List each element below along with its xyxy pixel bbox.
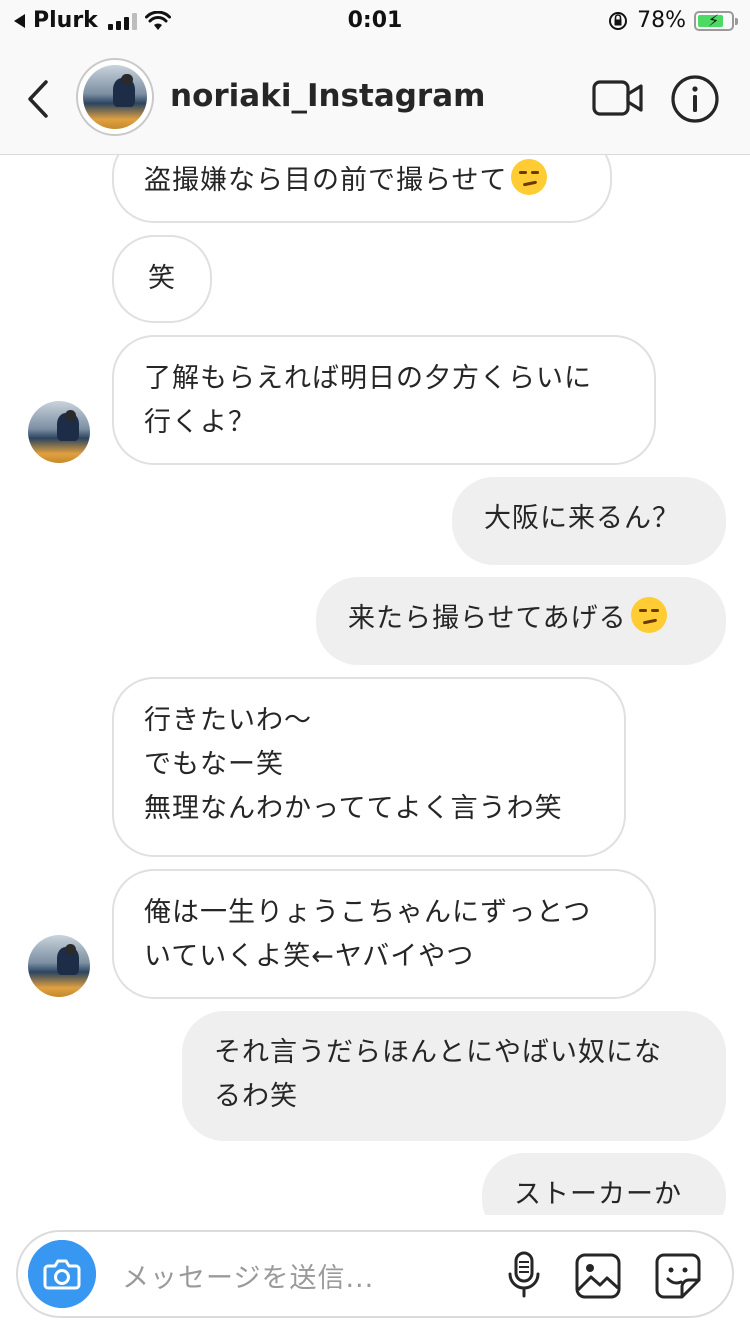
message-text: 盗撮嫌なら目の前で撮らせて	[144, 165, 508, 196]
sender-avatar[interactable]	[28, 935, 90, 997]
message-bubble-outgoing[interactable]: 大阪に来るん？	[452, 477, 726, 565]
message-bubble-incoming[interactable]: 盗撮嫌なら目の前で撮らせて	[112, 155, 612, 223]
gallery-button[interactable]	[574, 1252, 622, 1300]
message-text: それ言うだらほんとにやばい奴にな るわ笑	[214, 1037, 662, 1112]
message-bubble-incoming[interactable]: 行きたいわ〜 でもなー笑 無理なんわかっててよく言うわ笑	[112, 677, 626, 857]
orientation-lock-icon	[609, 11, 628, 30]
message-bubble-incoming[interactable]: 俺は一生りょうこちゃんにずっとつ いていくよ笑←ヤバイやつ	[112, 869, 656, 999]
chat-header: noriaki_Instagram	[0, 44, 750, 155]
message-input[interactable]: メッセージを送信...	[122, 1256, 374, 1295]
message-text: 笑	[148, 263, 176, 294]
message-bubble-incoming[interactable]: 笑	[112, 235, 212, 323]
message-text: 来たら撮らせてあげる	[348, 603, 627, 634]
message-text: 大阪に来るん？	[484, 503, 680, 534]
message-text: 行きたいわ〜 でもなー笑 無理なんわかっててよく言うわ笑	[144, 705, 563, 824]
sender-avatar[interactable]	[28, 401, 90, 463]
profile-avatar[interactable]	[76, 58, 154, 136]
battery-percent: 78%	[637, 8, 686, 33]
message-bubble-incoming[interactable]: 了解もらえれば明日の夕方くらいに 行くよ？	[112, 335, 656, 465]
chat-username[interactable]: noriaki_Instagram	[170, 78, 485, 114]
avatar-image	[83, 65, 147, 129]
battery-icon: ⚡	[694, 10, 738, 31]
video-call-button[interactable]	[592, 78, 644, 118]
status-right: 78% ⚡	[607, 8, 738, 33]
smirking-face-emoji-icon	[511, 159, 548, 195]
message-text: 俺は一生りょうこちゃんにずっとつ いていくよ笑←ヤバイやつ	[144, 897, 592, 972]
back-button[interactable]	[18, 74, 58, 124]
message-text: ストーカーか	[514, 1179, 682, 1210]
message-bubble-outgoing[interactable]: それ言うだらほんとにやばい奴にな るわ笑	[182, 1011, 726, 1141]
message-bubble-outgoing[interactable]: ストーカーか	[482, 1153, 726, 1215]
camera-button[interactable]	[28, 1240, 96, 1308]
info-button[interactable]	[670, 74, 720, 124]
message-composer[interactable]: メッセージを送信...	[16, 1230, 734, 1318]
message-bubble-outgoing[interactable]: 来たら撮らせてあげる	[316, 577, 726, 665]
message-text: 了解もらえれば明日の夕方くらいに 行くよ？	[144, 363, 592, 438]
message-thread[interactable]: 盗撮嫌なら目の前で撮らせて 笑 了解もらえれば明日の夕方くらいに 行くよ？ 大阪…	[0, 155, 750, 1215]
sticker-button[interactable]	[654, 1252, 702, 1300]
smirking-face-emoji-icon	[630, 597, 667, 633]
status-bar: Plurk 0:01 78% ⚡	[0, 0, 750, 44]
microphone-button[interactable]	[504, 1250, 544, 1300]
